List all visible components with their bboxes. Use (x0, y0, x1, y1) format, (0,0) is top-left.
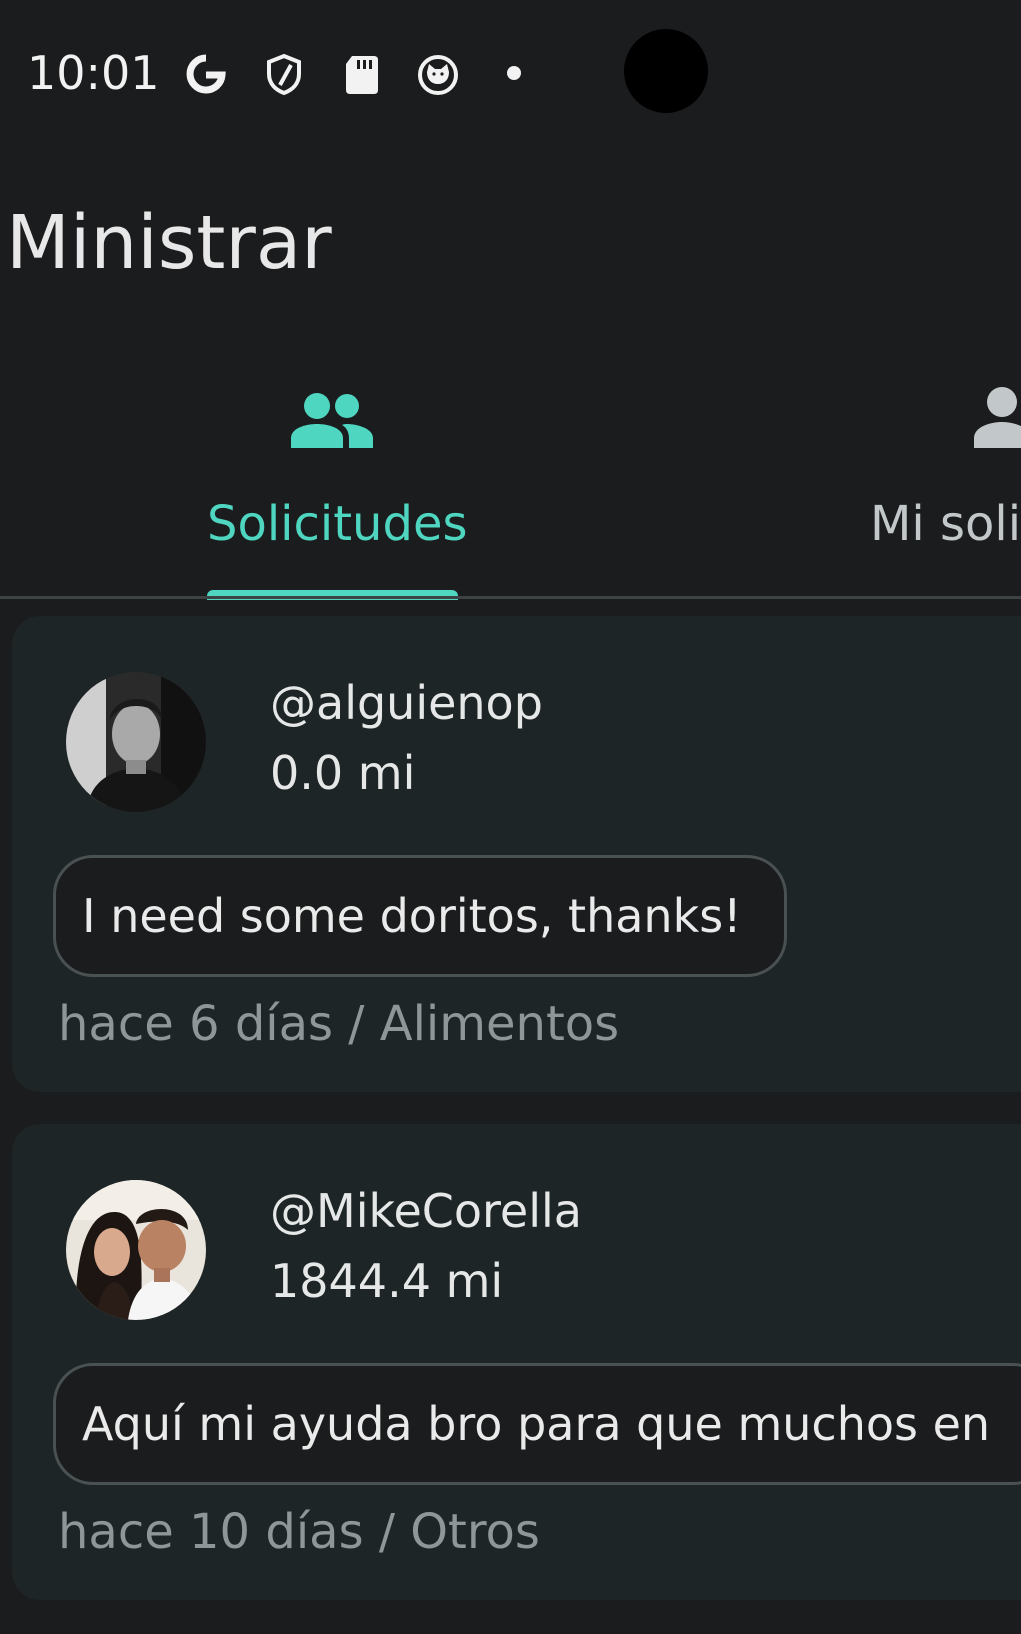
status-bar: 10:01 (0, 0, 1021, 150)
shield-icon (267, 53, 301, 96)
tab-label-solicitudes: Solicitudes (207, 496, 468, 552)
tab-mis-solicitudes[interactable]: Mi soli (868, 370, 1021, 598)
request-username[interactable]: @alguienop (270, 676, 543, 730)
request-meta: hace 6 días / Alimentos (58, 996, 620, 1052)
camera-cutout (624, 29, 708, 113)
avatar[interactable] (66, 672, 206, 812)
tab-label-mis-solicitudes: Mi soli (870, 496, 1021, 552)
request-card[interactable]: @alguienop 0.0 mi I need some doritos, t… (12, 616, 1021, 1092)
page-title: Ministrar (6, 200, 332, 286)
request-card[interactable]: @MikeCorella 1844.4 mi Aquí mi ayuda bro… (12, 1124, 1021, 1600)
tab-solicitudes[interactable]: Solicitudes (200, 370, 468, 598)
request-distance: 0.0 mi (270, 746, 416, 800)
tabs-divider (0, 596, 1021, 599)
avatar[interactable] (66, 1180, 206, 1320)
google-icon (186, 54, 226, 94)
request-username[interactable]: @MikeCorella (270, 1184, 582, 1238)
sd-card-icon (346, 56, 378, 94)
screen: 10:01 Ministrar Solicitudes Mi soli @alg… (0, 0, 1021, 1634)
request-message: Aquí mi ayuda bro para que muchos en (53, 1363, 1021, 1485)
request-message: I need some doritos, thanks! (53, 855, 787, 977)
avatar-photo (66, 672, 206, 812)
status-time: 10:01 (27, 46, 160, 100)
avatar-photo (66, 1180, 206, 1320)
request-distance: 1844.4 mi (270, 1254, 504, 1308)
request-meta: hace 10 días / Otros (58, 1504, 540, 1560)
people-icon (291, 393, 373, 448)
dot-icon (507, 66, 521, 80)
cat-icon (418, 55, 458, 95)
person-icon (974, 387, 1021, 448)
